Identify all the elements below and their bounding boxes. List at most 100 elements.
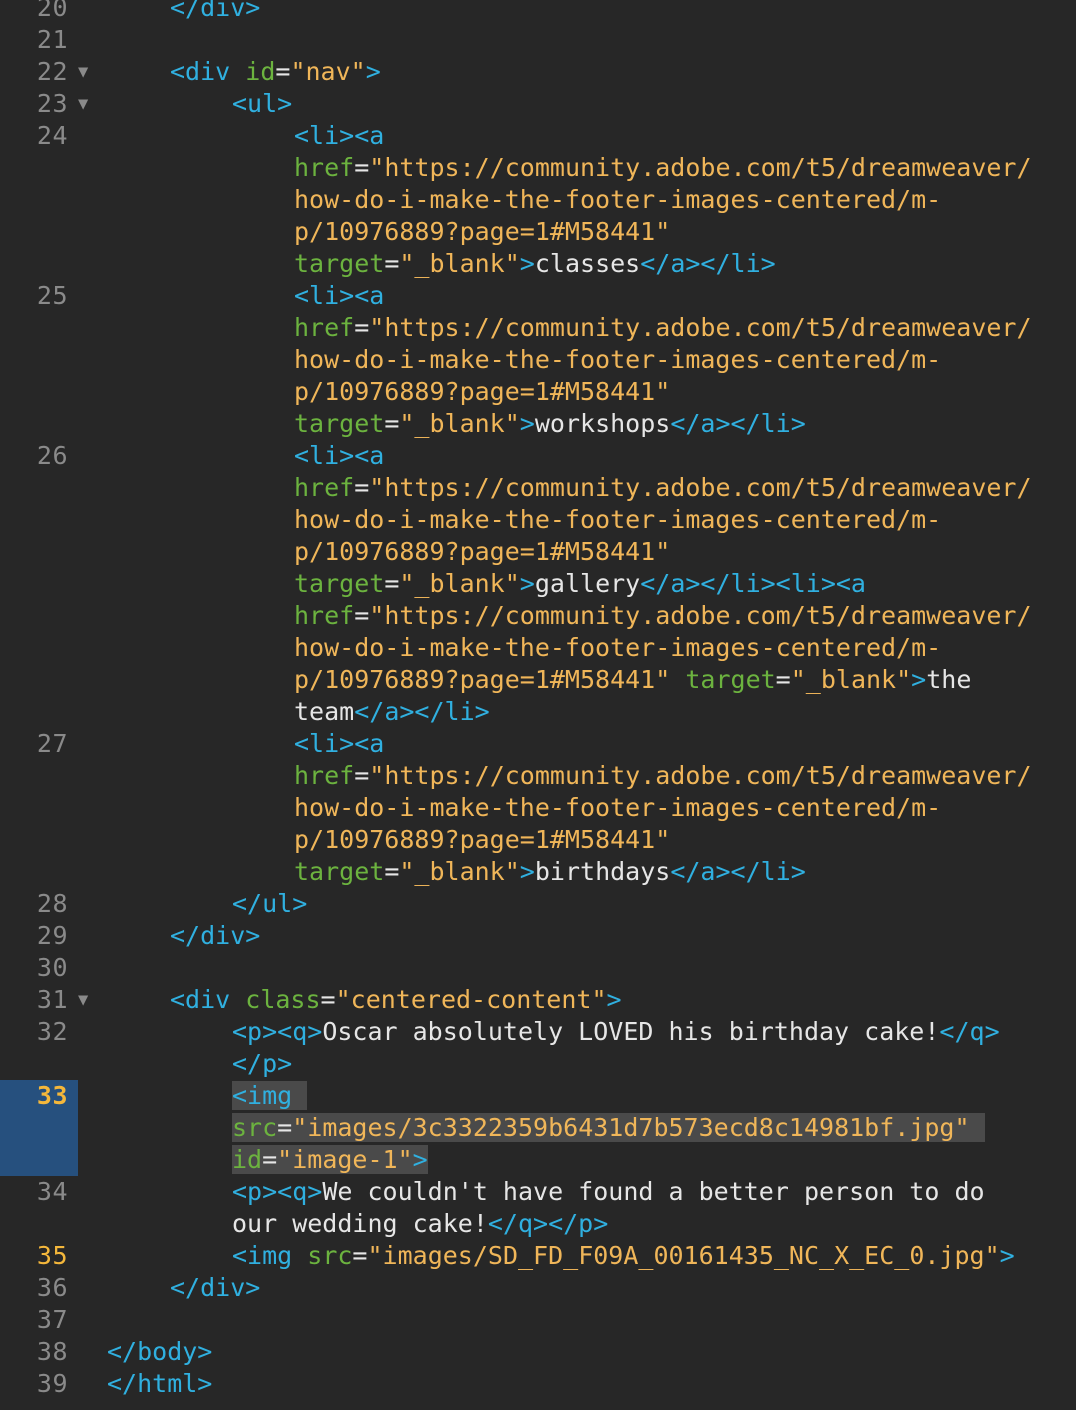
code-line[interactable]: how-do-i-make-the-footer-images-centered… <box>0 344 1076 376</box>
line-gutter[interactable]: 25 <box>0 280 78 312</box>
code-line[interactable]: 35 <img src="images/SD_FD_F09A_00161435_N… <box>0 1240 1076 1272</box>
code-line[interactable]: p/10976889?page=1#M58441" <box>0 536 1076 568</box>
line-gutter[interactable] <box>0 472 78 504</box>
line-gutter[interactable]: 22 <box>0 56 78 88</box>
code-line[interactable]: 33 <img <box>0 1080 1076 1112</box>
code-line[interactable]: src="images/3c3322359b6431d7b573ecd8c149… <box>0 1112 1076 1144</box>
line-gutter[interactable]: 30 <box>0 952 78 984</box>
line-gutter[interactable] <box>0 344 78 376</box>
token-str: "_blank" <box>399 569 520 598</box>
code-line[interactable]: 39 </html> <box>0 1368 1076 1400</box>
code-line[interactable]: target="_blank">classes</a></li> <box>0 248 1076 280</box>
line-gutter[interactable]: 35 <box>0 1240 78 1272</box>
fold-arrow-icon[interactable]: ▼ <box>78 56 96 88</box>
code-text: how-do-i-make-the-footer-images-centered… <box>294 792 941 824</box>
token-str: "image-1" <box>277 1145 413 1174</box>
code-line[interactable]: target="_blank">workshops</a></li> <box>0 408 1076 440</box>
line-gutter[interactable] <box>0 536 78 568</box>
line-gutter[interactable]: 26 <box>0 440 78 472</box>
code-line[interactable]: 24 <li><a <box>0 120 1076 152</box>
fold-arrow-icon[interactable]: ▼ <box>78 984 96 1016</box>
line-gutter[interactable] <box>0 216 78 248</box>
line-gutter[interactable] <box>0 696 78 728</box>
token-tag: > <box>519 569 535 598</box>
code-line[interactable]: 30 <box>0 952 1076 984</box>
line-gutter[interactable]: 28 <box>0 888 78 920</box>
line-gutter[interactable] <box>0 1112 78 1144</box>
code-line[interactable]: 37 <box>0 1304 1076 1336</box>
line-gutter[interactable] <box>0 664 78 696</box>
code-line[interactable]: 27 <li><a <box>0 728 1076 760</box>
code-line[interactable]: how-do-i-make-the-footer-images-centered… <box>0 632 1076 664</box>
code-line[interactable]: </p> <box>0 1048 1076 1080</box>
code-line[interactable]: target="_blank">gallery</a></li><li><a <box>0 568 1076 600</box>
code-line[interactable]: href="https://community.adobe.com/t5/dre… <box>0 152 1076 184</box>
line-gutter[interactable]: 21 <box>0 24 78 56</box>
code-line[interactable]: 21 <box>0 24 1076 56</box>
code-line[interactable]: 26 <li><a <box>0 440 1076 472</box>
code-line[interactable]: 32 <p><q>Oscar absolutely LOVED his birth… <box>0 1016 1076 1048</box>
line-gutter[interactable] <box>0 824 78 856</box>
token-eq: = <box>775 665 791 694</box>
line-gutter[interactable] <box>0 632 78 664</box>
code-line[interactable]: p/10976889?page=1#M58441" <box>0 824 1076 856</box>
code-line[interactable]: p/10976889?page=1#M58441" <box>0 376 1076 408</box>
line-gutter[interactable] <box>0 184 78 216</box>
line-gutter[interactable]: 32 <box>0 1016 78 1048</box>
line-gutter[interactable] <box>0 856 78 888</box>
line-gutter[interactable]: 24 <box>0 120 78 152</box>
code-line[interactable]: 38 </body> <box>0 1336 1076 1368</box>
code-line[interactable]: 34 <p><q>We couldn't have found a better … <box>0 1176 1076 1208</box>
line-gutter[interactable]: 34 <box>0 1176 78 1208</box>
line-gutter[interactable] <box>0 376 78 408</box>
line-gutter[interactable]: 39 <box>0 1368 78 1400</box>
code-line[interactable]: 29 </div> <box>0 920 1076 952</box>
line-gutter[interactable] <box>0 568 78 600</box>
code-line[interactable]: 20 </div> <box>0 0 1076 24</box>
line-gutter[interactable] <box>0 408 78 440</box>
code-line[interactable]: id="image-1"> <box>0 1144 1076 1176</box>
code-line[interactable]: ▼ 31 <div class="centered-content"> <box>0 984 1076 1016</box>
line-number: 27 <box>36 729 68 758</box>
code-line[interactable]: 28 </ul> <box>0 888 1076 920</box>
code-line[interactable]: how-do-i-make-the-footer-images-centered… <box>0 792 1076 824</box>
code-line[interactable]: href="https://community.adobe.com/t5/dre… <box>0 600 1076 632</box>
code-line[interactable]: href="https://community.adobe.com/t5/dre… <box>0 312 1076 344</box>
line-gutter[interactable] <box>0 312 78 344</box>
line-gutter[interactable]: 20 <box>0 0 78 24</box>
line-gutter[interactable] <box>0 1208 78 1240</box>
code-line[interactable]: how-do-i-make-the-footer-images-centered… <box>0 504 1076 536</box>
fold-arrow-icon[interactable]: ▼ <box>78 88 96 120</box>
code-line[interactable]: href="https://community.adobe.com/t5/dre… <box>0 472 1076 504</box>
code-line[interactable]: target="_blank">birthdays</a></li> <box>0 856 1076 888</box>
token-attr: target <box>294 569 385 598</box>
code-line[interactable]: team</a></li> <box>0 696 1076 728</box>
line-number: 35 <box>36 1241 68 1270</box>
line-gutter[interactable] <box>0 760 78 792</box>
line-gutter[interactable]: 38 <box>0 1336 78 1368</box>
code-line[interactable]: p/10976889?page=1#M58441" target="_blank… <box>0 664 1076 696</box>
line-gutter[interactable]: 33 <box>0 1080 78 1112</box>
code-editor[interactable]: 20 </div> 21 ▼ 22 <div id="nav"> ▼ 23 <ul> 24 <li>… <box>0 0 1076 1400</box>
line-gutter[interactable] <box>0 600 78 632</box>
code-line[interactable]: ▼ 22 <div id="nav"> <box>0 56 1076 88</box>
line-gutter[interactable] <box>0 1048 78 1080</box>
line-gutter[interactable] <box>0 1144 78 1176</box>
code-line[interactable]: how-do-i-make-the-footer-images-centered… <box>0 184 1076 216</box>
code-line[interactable]: 25 <li><a <box>0 280 1076 312</box>
code-line[interactable]: our wedding cake!</q></p> <box>0 1208 1076 1240</box>
line-gutter[interactable] <box>0 504 78 536</box>
line-gutter[interactable] <box>0 152 78 184</box>
code-line[interactable]: 36 </div> <box>0 1272 1076 1304</box>
line-gutter[interactable]: 27 <box>0 728 78 760</box>
line-gutter[interactable] <box>0 248 78 280</box>
line-gutter[interactable]: 36 <box>0 1272 78 1304</box>
code-line[interactable]: href="https://community.adobe.com/t5/dre… <box>0 760 1076 792</box>
line-gutter[interactable] <box>0 792 78 824</box>
line-gutter[interactable]: 31 <box>0 984 78 1016</box>
code-line[interactable]: p/10976889?page=1#M58441" <box>0 216 1076 248</box>
line-gutter[interactable]: 29 <box>0 920 78 952</box>
line-gutter[interactable]: 23 <box>0 88 78 120</box>
code-line[interactable]: ▼ 23 <ul> <box>0 88 1076 120</box>
line-gutter[interactable]: 37 <box>0 1304 78 1336</box>
